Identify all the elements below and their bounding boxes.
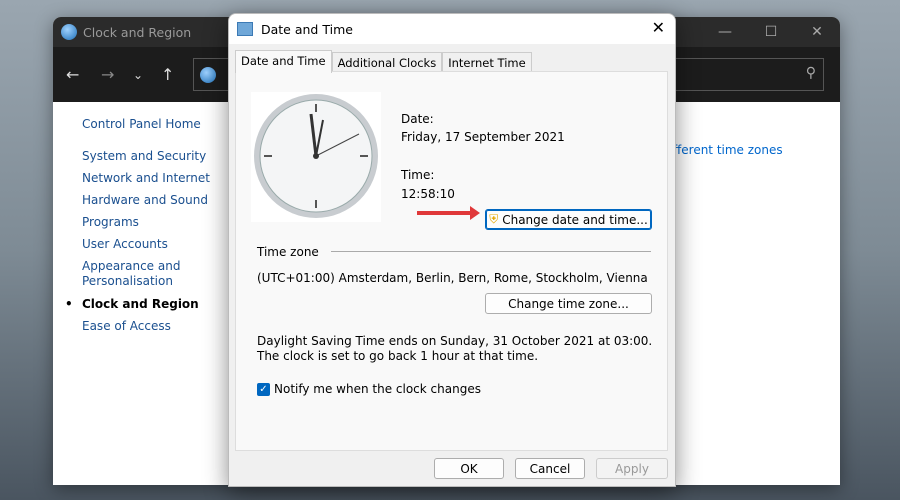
window-title: Clock and Region bbox=[83, 24, 192, 40]
chevron-down-icon[interactable]: ⌄ bbox=[133, 68, 143, 82]
sidebar-item-system-security[interactable]: System and Security bbox=[82, 149, 210, 163]
uac-shield-icon: ⛨ bbox=[489, 212, 499, 226]
date-time-dialog: Date and Time ✕ Date and Time Additional … bbox=[228, 13, 676, 487]
notify-label[interactable]: Notify me when the clock changes bbox=[274, 382, 481, 396]
tab-date-and-time[interactable]: Date and Time bbox=[235, 50, 332, 73]
sidebar-item-appearance[interactable]: Appearance and Personalisation bbox=[82, 259, 182, 289]
change-date-time-button[interactable]: ⛨ Change date and time... bbox=[485, 209, 652, 230]
time-label: Time: bbox=[401, 168, 435, 182]
timezone-heading: Time zone bbox=[257, 245, 319, 259]
tab-panel: Date: Friday, 17 September 2021 Time: 12… bbox=[235, 71, 668, 451]
red-arrow-annotation bbox=[417, 206, 480, 220]
close-button[interactable]: ✕ bbox=[794, 17, 840, 47]
calendar-clock-icon bbox=[237, 22, 253, 36]
tab-additional-clocks[interactable]: Additional Clocks bbox=[331, 52, 443, 73]
search-icon[interactable]: ⚲ bbox=[806, 65, 816, 81]
forward-icon[interactable]: → bbox=[101, 65, 114, 84]
control-panel-icon bbox=[200, 67, 216, 83]
tab-internet-time[interactable]: Internet Time bbox=[442, 52, 532, 73]
timezone-value: (UTC+01:00) Amsterdam, Berlin, Bern, Rom… bbox=[257, 271, 648, 285]
up-icon[interactable]: ↑ bbox=[161, 65, 174, 84]
sidebar-item-programs[interactable]: Programs bbox=[82, 215, 210, 229]
dialog-titlebar: Date and Time ✕ bbox=[229, 14, 675, 44]
sidebar-item-user-accounts[interactable]: User Accounts bbox=[82, 237, 210, 251]
dialog-title: Date and Time bbox=[261, 21, 353, 37]
change-date-time-label: Change date and time... bbox=[502, 212, 648, 227]
sidebar-item-hardware[interactable]: Hardware and Sound bbox=[82, 193, 210, 207]
sidebar-item-ease-of-access[interactable]: Ease of Access bbox=[82, 319, 210, 333]
tab-bar: Date and Time Additional Clocks Internet… bbox=[235, 50, 532, 73]
sidebar-item-network[interactable]: Network and Internet bbox=[82, 171, 210, 185]
close-icon[interactable]: ✕ bbox=[652, 18, 665, 37]
sidebar: Control Panel Home System and Security N… bbox=[65, 117, 210, 341]
sidebar-item-home[interactable]: Control Panel Home bbox=[82, 117, 210, 131]
time-zones-link[interactable]: fferent time zones bbox=[673, 143, 783, 157]
ok-button[interactable]: OK bbox=[434, 458, 504, 479]
dst-text: Daylight Saving Time ends on Sunday, 31 … bbox=[257, 334, 653, 363]
apply-button[interactable]: Apply bbox=[596, 458, 668, 479]
back-icon[interactable]: ← bbox=[66, 65, 79, 84]
maximize-button[interactable]: ☐ bbox=[748, 17, 794, 47]
date-label: Date: bbox=[401, 112, 434, 126]
analog-clock bbox=[251, 92, 381, 222]
sidebar-item-clock-region[interactable]: Clock and Region bbox=[65, 297, 210, 311]
date-value: Friday, 17 September 2021 bbox=[401, 130, 565, 144]
notify-checkbox[interactable]: ✓ bbox=[257, 383, 270, 396]
cancel-button[interactable]: Cancel bbox=[515, 458, 585, 479]
minimize-button[interactable]: — bbox=[702, 17, 748, 47]
time-value: 12:58:10 bbox=[401, 187, 455, 201]
control-panel-icon bbox=[61, 24, 77, 40]
divider bbox=[331, 251, 651, 252]
change-timezone-button[interactable]: Change time zone... bbox=[485, 293, 652, 314]
